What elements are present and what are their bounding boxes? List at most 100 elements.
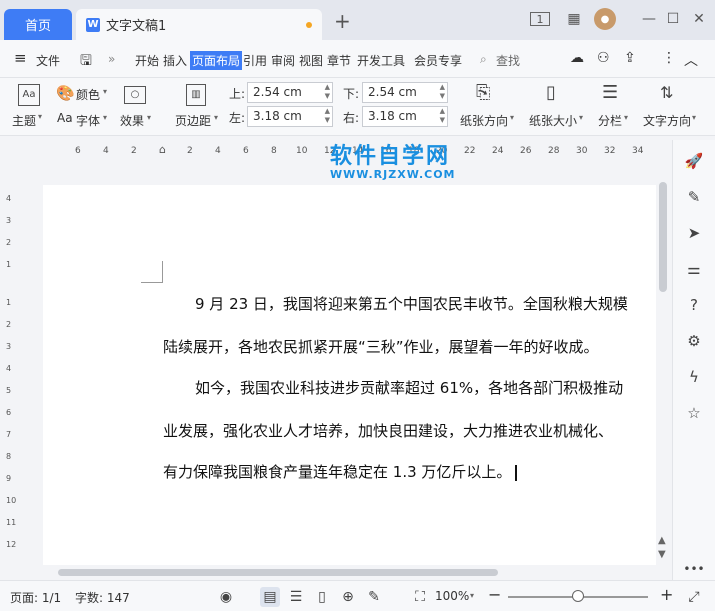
- page-count[interactable]: 页面: 1/1: [10, 589, 61, 606]
- menu-insert[interactable]: 插入: [163, 52, 187, 69]
- scroll-down-icon[interactable]: ▼: [658, 549, 666, 560]
- text-direction-dropdown-icon[interactable]: ▾: [692, 113, 696, 122]
- zoom-level[interactable]: 100%: [435, 589, 469, 603]
- margins-icon[interactable]: ▥: [186, 84, 206, 106]
- paper-size-icon[interactable]: ▯: [546, 84, 556, 102]
- paper-size-dropdown-icon[interactable]: ▾: [579, 113, 583, 122]
- reading-view-icon[interactable]: ▯: [312, 587, 332, 607]
- doc-line-2[interactable]: 陆续展开，各地农民抓紧开展“三秋”作业，展望着一年的好收成。: [163, 336, 599, 357]
- bottom-margin-spinner[interactable]: ▲ ▼: [440, 83, 445, 101]
- zoom-in-icon[interactable]: +: [660, 585, 673, 604]
- search-icon[interactable]: ⌕: [480, 52, 487, 67]
- cloud-icon[interactable]: ☁: [570, 50, 584, 66]
- menu-chapter[interactable]: 章节: [327, 52, 351, 69]
- theme-button[interactable]: 主题: [12, 112, 36, 129]
- pen-icon[interactable]: ✎: [683, 186, 705, 208]
- orientation-button[interactable]: 纸张方向: [460, 112, 508, 129]
- theme-icon[interactable]: Aa: [18, 84, 40, 106]
- menu-file[interactable]: 文件: [36, 52, 60, 69]
- grid-apps-icon[interactable]: ▦: [563, 8, 585, 30]
- tab-home[interactable]: 首页: [4, 9, 72, 40]
- menu-review[interactable]: 审阅: [271, 52, 295, 69]
- theme-dropdown-icon[interactable]: ▾: [38, 112, 42, 121]
- outline-view-icon[interactable]: ☰: [286, 587, 306, 607]
- cursor-icon[interactable]: ➤: [683, 222, 705, 244]
- new-tab-button[interactable]: +: [334, 11, 351, 31]
- color-dropdown-icon[interactable]: ▾: [103, 87, 107, 96]
- web-view-icon[interactable]: ⊕: [338, 587, 358, 607]
- margins-button[interactable]: 页边距: [175, 112, 211, 129]
- tab-document[interactable]: W 文字文稿1: [76, 9, 322, 40]
- columns-button[interactable]: 分栏: [598, 112, 622, 129]
- doc-line-4[interactable]: 业发展，强化农业人才培养，加快良田建设，大力推进农业机械化、: [163, 420, 613, 441]
- indent-marker-icon[interactable]: ⌂: [159, 143, 166, 156]
- font-button[interactable]: 字体: [76, 112, 100, 129]
- menu-view[interactable]: 视图: [299, 52, 323, 69]
- maximize-icon[interactable]: ☐: [662, 8, 684, 30]
- orientation-icon[interactable]: ⎘: [476, 84, 490, 102]
- zoom-slider-knob[interactable]: [572, 590, 584, 602]
- zoom-dropdown-icon[interactable]: ▾: [470, 591, 474, 600]
- margins-dropdown-icon[interactable]: ▾: [214, 113, 218, 122]
- top-margin-spinner[interactable]: ▲ ▼: [325, 83, 330, 101]
- share-icon[interactable]: ⇪: [624, 50, 636, 66]
- lightning-icon[interactable]: ϟ: [683, 366, 705, 388]
- vertical-ruler[interactable]: 4 3 2 1 1 2 3 4 5 6 7 8 9 10 11 12: [0, 162, 18, 562]
- document-page[interactable]: 9 月 23 日，我国将迎来第五个中国农民丰收节。全国秋粮大规模 陆续展开，各地…: [43, 185, 656, 565]
- orientation-dropdown-icon[interactable]: ▾: [510, 113, 514, 122]
- hamburger-icon[interactable]: ≡: [14, 49, 27, 67]
- top-margin-input[interactable]: 2.54 cm ▲ ▼: [247, 82, 333, 103]
- more-dots-icon[interactable]: •••: [683, 558, 705, 580]
- vertical-scroll-thumb[interactable]: [659, 182, 667, 292]
- menu-references[interactable]: 引用: [243, 52, 267, 69]
- columns-icon[interactable]: ☰: [602, 84, 618, 102]
- minimize-icon[interactable]: —: [638, 8, 660, 30]
- bottom-margin-input[interactable]: 2.54 cm ▲ ▼: [362, 82, 448, 103]
- more-icon[interactable]: »: [108, 52, 115, 66]
- menu-member[interactable]: 会员专享: [414, 52, 462, 69]
- left-margin-input[interactable]: 3.18 cm ▲ ▼: [247, 106, 333, 127]
- rocket-icon[interactable]: 🚀: [683, 150, 705, 172]
- collapse-ribbon-icon[interactable]: ︿: [684, 50, 698, 70]
- color-button[interactable]: 颜色: [76, 86, 100, 103]
- menu-page-layout[interactable]: 页面布局: [190, 51, 243, 70]
- paper-size-button[interactable]: 纸张大小: [529, 112, 577, 129]
- window-mode-icon[interactable]: 1: [530, 12, 550, 26]
- left-margin-spinner[interactable]: ▲ ▼: [325, 107, 330, 125]
- search-label[interactable]: 查找: [496, 52, 520, 69]
- menu-developer[interactable]: 开发工具: [357, 52, 405, 69]
- menu-start[interactable]: 开始: [135, 52, 159, 69]
- effect-dropdown-icon[interactable]: ▾: [147, 113, 151, 122]
- help-icon[interactable]: ?: [683, 294, 705, 316]
- right-margin-spinner[interactable]: ▲ ▼: [440, 107, 445, 125]
- page-view-icon[interactable]: ▤: [260, 587, 280, 607]
- horizontal-scrollbar[interactable]: [18, 566, 672, 580]
- save-icon[interactable]: 🖫: [80, 50, 92, 74]
- columns-dropdown-icon[interactable]: ▾: [624, 113, 628, 122]
- zoom-out-icon[interactable]: −: [488, 585, 501, 604]
- fullscreen-icon[interactable]: ⤢: [684, 587, 704, 607]
- more-options-icon[interactable]: ⋮: [662, 50, 676, 66]
- avatar[interactable]: ●: [594, 8, 616, 30]
- right-margin-input[interactable]: 3.18 cm ▲ ▼: [362, 106, 448, 127]
- eye-icon[interactable]: ◉: [216, 587, 236, 607]
- doc-line-1[interactable]: 9 月 23 日，我国将迎来第五个中国农民丰收节。全国秋粮大规模: [195, 293, 628, 314]
- sliders-icon[interactable]: ⚌: [683, 258, 705, 280]
- doc-line-3[interactable]: 如今，我国农业科技进步贡献率超过 61%，各地各部门积极推动: [195, 377, 623, 398]
- vertical-scrollbar[interactable]: ▲ ▼: [656, 162, 670, 568]
- font-dropdown-icon[interactable]: ▾: [103, 113, 107, 122]
- collab-icon[interactable]: ⚇: [597, 50, 610, 66]
- doc-line-5-wrap[interactable]: 有力保障我国粮食产量连年稳定在 1.3 万亿斤以上。: [163, 461, 518, 482]
- word-count[interactable]: 字数: 147: [75, 589, 130, 606]
- effect-button[interactable]: 效果: [120, 112, 144, 129]
- effect-icon[interactable]: ○: [124, 86, 146, 104]
- close-icon[interactable]: ✕: [688, 8, 710, 30]
- text-direction-icon[interactable]: ⇅: [660, 84, 673, 102]
- star-folder-icon[interactable]: ☆: [683, 402, 705, 424]
- fit-page-icon[interactable]: ⛶: [410, 587, 430, 607]
- scroll-up-icon[interactable]: ▲: [658, 535, 666, 546]
- translate-icon[interactable]: ⚙: [683, 330, 705, 352]
- horizontal-scroll-thumb[interactable]: [58, 569, 498, 576]
- write-mode-icon[interactable]: ✎: [364, 587, 384, 607]
- text-direction-button[interactable]: 文字方向: [643, 112, 691, 129]
